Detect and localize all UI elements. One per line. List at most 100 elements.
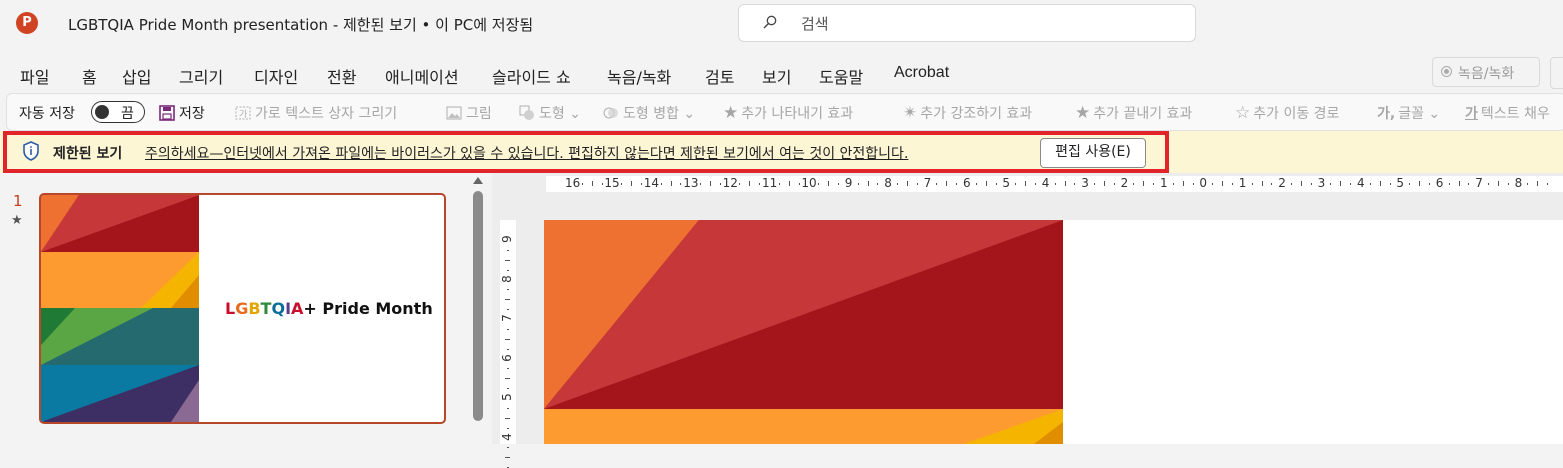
exit-effects-label: 추가 끝내기 효과 <box>1093 106 1193 122</box>
hruler-label: 1 <box>1238 176 1247 190</box>
hruler-tick <box>1409 183 1411 185</box>
motion-star-icon: ☆ <box>1235 103 1251 123</box>
hruler-tick <box>640 183 642 185</box>
scroll-thumb[interactable] <box>473 191 483 421</box>
hruler-tick <box>591 181 593 186</box>
emphasis-effects-button[interactable]: ✴ 추가 강조하기 효과 <box>903 103 1032 123</box>
textbox-icon: 가 <box>235 106 251 120</box>
font-button[interactable]: 가, 글꼴 ⌄ <box>1377 103 1440 123</box>
hruler-label: 5 <box>1002 176 1011 190</box>
vruler-tick <box>507 328 509 330</box>
hruler-tick <box>1192 183 1194 185</box>
tab-acrobat[interactable]: Acrobat <box>894 64 949 82</box>
hruler-label: 7 <box>1475 176 1483 190</box>
hruler-label: 8 <box>884 176 892 190</box>
record-label: 녹음/녹화 <box>1458 66 1515 82</box>
draw-textbox-button[interactable]: 가 가로 텍스트 상자 그리기 <box>235 103 397 123</box>
record-button[interactable]: 녹음/녹화 <box>1432 57 1540 87</box>
merge-shapes-button[interactable]: 도형 병합 ⌄ <box>603 103 695 123</box>
animation-star-icon: ★ <box>11 213 23 228</box>
hruler-tick <box>828 181 830 186</box>
hruler-tick <box>1330 183 1332 185</box>
hruler-tick <box>946 181 948 186</box>
save-button[interactable]: 저장 <box>159 103 205 123</box>
hruler-tick <box>818 183 820 185</box>
hruler-tick <box>1054 183 1056 185</box>
tab-record[interactable]: 녹음/녹화 <box>607 64 671 88</box>
hruler-label: 6 <box>1435 176 1444 190</box>
exit-effects-button[interactable]: ★ 추가 끝내기 효과 <box>1075 103 1192 123</box>
hruler-label: 5 <box>1396 176 1405 190</box>
scroll-up-arrow-icon[interactable] <box>473 177 483 184</box>
hruler-tick <box>1369 183 1371 185</box>
hruler-tick <box>788 181 790 186</box>
hruler-tick <box>1350 183 1352 185</box>
vruler-label: 8 <box>499 274 514 283</box>
vruler-label: 9 <box>499 235 514 243</box>
tab-transitions[interactable]: 전환 <box>327 64 356 88</box>
hruler-tick <box>1310 183 1312 185</box>
autosave-toggle[interactable]: 끔 <box>91 101 145 123</box>
title-letter-l: L <box>225 299 236 318</box>
hruler-tick <box>956 183 958 185</box>
hruler-label: 11 <box>762 176 778 190</box>
hruler-label: 13 <box>683 176 699 190</box>
horizontal-ruler: 16 15 14 13 12 11 10 9 8 7 6 5 4 3 2 1 0 1 2 3 4 5 6 7 8 <box>546 176 1563 192</box>
vruler-label: 5 <box>499 393 514 401</box>
hruler-tick <box>1074 183 1076 185</box>
shapes-button[interactable]: 도형 ⌄ <box>519 103 581 123</box>
comments-button[interactable] <box>1550 57 1563 89</box>
tab-draw[interactable]: 그리기 <box>179 64 223 88</box>
hruler-tick <box>1064 181 1066 186</box>
search-input[interactable]: 검색 <box>738 4 1196 42</box>
vruler-tick <box>507 427 509 429</box>
hruler-tick <box>1507 183 1509 185</box>
tab-home[interactable]: 홈 <box>82 64 97 88</box>
tab-help[interactable]: 도움말 <box>819 64 863 88</box>
title-rest: + Pride Month <box>303 299 433 318</box>
tab-insert[interactable]: 삽입 <box>122 64 151 88</box>
shield-icon <box>23 141 39 161</box>
hruler-label: 10 <box>801 176 817 190</box>
hruler-tick <box>1251 183 1253 185</box>
tab-view[interactable]: 보기 <box>762 64 791 88</box>
hruler-tick <box>1488 183 1490 185</box>
tab-file[interactable]: 파일 <box>20 64 49 88</box>
hruler-tick <box>1300 181 1302 186</box>
tab-design[interactable]: 디자인 <box>254 64 298 88</box>
text-fill-button[interactable]: 가 텍스트 채우 <box>1465 103 1550 123</box>
autosave-label: 자동 저장 <box>19 106 75 122</box>
vruler-tick <box>507 368 509 370</box>
title-letter-b: B <box>248 299 261 318</box>
text-fill-icon: 가 <box>1465 106 1478 122</box>
motion-paths-button[interactable]: ☆ 추가 이동 경로 <box>1235 103 1339 123</box>
slide-canvas[interactable] <box>544 220 1563 444</box>
hruler-tick <box>709 181 711 186</box>
hruler-tick <box>1428 183 1430 185</box>
shapes-icon <box>519 105 534 120</box>
tab-animations[interactable]: 애니메이션 <box>385 64 459 88</box>
protected-view-message[interactable]: 주의하세요—인터넷에서 가져온 파일에는 바이러스가 있을 수 있습니다. 편집… <box>145 143 908 163</box>
search-placeholder: 검색 <box>801 15 829 33</box>
hruler-tick <box>749 181 751 186</box>
vruler-tick <box>505 457 510 459</box>
entrance-effects-button[interactable]: ★ 추가 나타내기 효과 <box>723 103 853 123</box>
hruler-tick <box>1389 183 1391 185</box>
hruler-tick <box>975 183 977 185</box>
tab-slideshow[interactable]: 슬라이드 쇼 <box>492 64 571 88</box>
hruler-tick <box>995 183 997 185</box>
title-bar: P LGBTQIA Pride Month presentation - 제한된… <box>0 0 1563 48</box>
merge-shapes-icon <box>603 107 618 119</box>
hruler-tick <box>1182 181 1184 186</box>
thumbnail-title: LGBTQIA+ Pride Month <box>225 299 433 318</box>
picture-button[interactable]: 그림 <box>446 103 492 123</box>
hruler-tick <box>1015 183 1017 185</box>
hruler-tick <box>660 183 662 185</box>
ribbon-tabs: 파일 홈 삽입 그리기 디자인 전환 애니메이션 슬라이드 쇼 녹음/녹화 검토… <box>0 60 1563 88</box>
vruler-label: 7 <box>499 314 514 322</box>
tab-review[interactable]: 검토 <box>705 64 734 88</box>
vruler-tick <box>507 388 509 390</box>
enable-editing-button[interactable]: 편집 사용(E) <box>1040 138 1146 168</box>
hruler-tick <box>985 181 987 186</box>
entrance-effects-label: 추가 나타내기 효과 <box>741 106 854 122</box>
